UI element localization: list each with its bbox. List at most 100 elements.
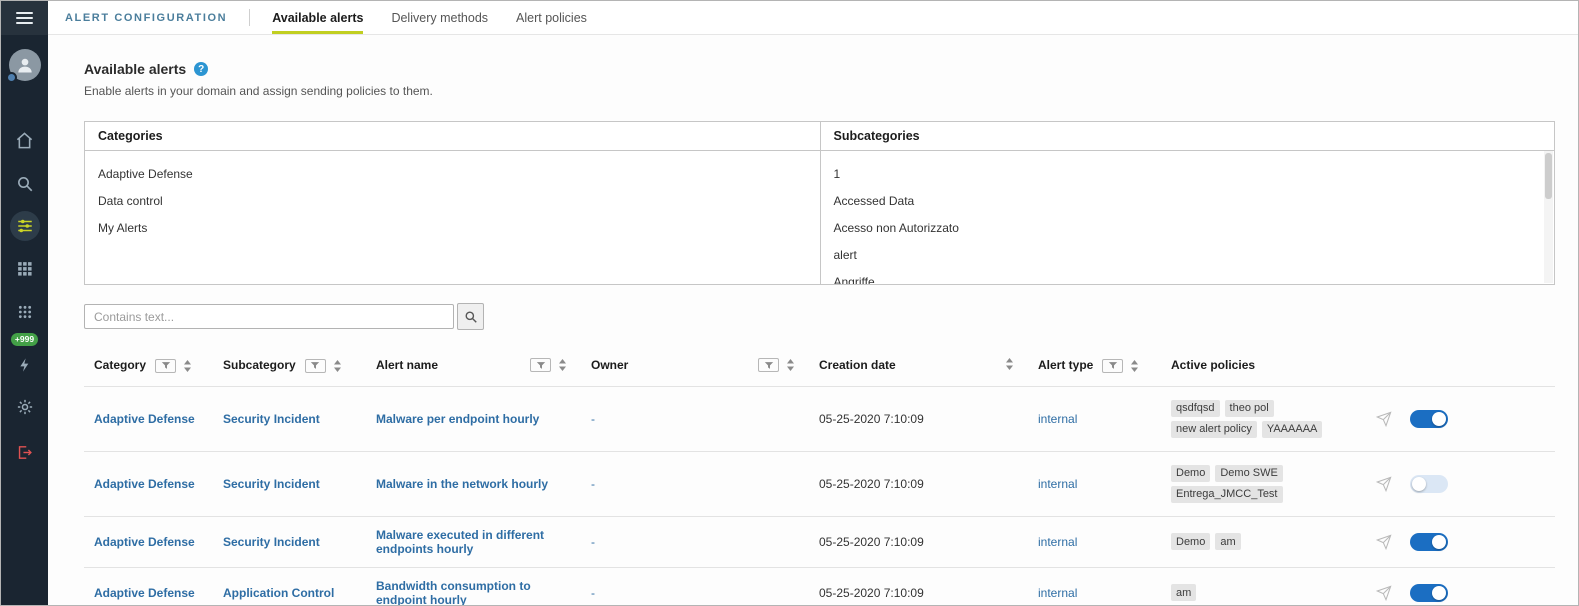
sort-icon[interactable] [333,359,342,372]
sort-icon[interactable] [1005,358,1014,371]
table-row: Adaptive Defense Security Incident Malware… [84,386,1555,452]
search-button[interactable] [457,303,484,330]
lightning-icon[interactable] [10,350,40,380]
table-header-row: Category Subcategory Alert name Owner Cr… [84,348,1555,387]
col-owner[interactable]: Owner [581,348,809,387]
alert-name-link[interactable]: Malware in the network hourly [366,451,581,517]
subcategory-item[interactable]: Accessed Data [821,188,1555,215]
col-category[interactable]: Category [84,348,213,387]
toggle-knob [1432,534,1446,549]
notification-count-badge[interactable]: +999 [10,333,39,346]
gear-icon[interactable] [10,392,40,422]
alert-name-link[interactable]: Malware per endpoint hourly [366,386,581,452]
app-window: +999 ALERT CONFIGURATION Available alert… [0,0,1579,606]
subcategory-item[interactable]: 1 [821,161,1555,188]
sort-icon[interactable] [558,359,567,372]
filter-icon[interactable] [758,358,779,373]
table-row: Adaptive Defense Application Control Bandw… [84,567,1555,605]
alert-name-link[interactable]: Bandwidth consumption to endpoint hourly [366,567,581,605]
send-test-alert-icon[interactable] [1376,534,1392,550]
category-link[interactable]: Adaptive Defense [84,451,213,517]
page-subtitle: Enable alerts in your domain and assign … [84,84,433,98]
alert-enabled-toggle[interactable] [1410,409,1448,428]
send-test-alert-icon[interactable] [1376,585,1392,601]
tab-available-alerts[interactable]: Available alerts [272,1,364,34]
category-link[interactable]: Adaptive Defense [84,567,213,605]
filter-icon[interactable] [155,358,177,373]
col-alert-type[interactable]: Alert type [1028,348,1161,387]
tab-alert-policies[interactable]: Alert policies [516,1,587,34]
col-subcategory[interactable]: Subcategory [213,348,366,387]
subcategory-item[interactable]: Acesso non Autorizzato [821,215,1555,242]
subcategory-link[interactable]: Security Incident [213,386,366,452]
subcategory-item[interactable]: Angriffe [821,269,1555,284]
alert-type-link[interactable]: internal [1028,386,1161,452]
categories-header: Categories [85,122,820,151]
search-input[interactable] [84,304,454,329]
categories-panel: Categories Adaptive Defense Data control M… [85,122,820,284]
subcategory-link[interactable]: Security Incident [213,451,366,517]
filter-icon[interactable] [304,358,326,373]
owner-cell: - [581,451,809,517]
logout-icon[interactable] [10,438,40,468]
filter-icon[interactable] [1102,358,1124,373]
policy-tag: Demo [1171,533,1211,551]
col-alert-name[interactable]: Alert name [366,348,581,387]
apps-dots-grid-icon[interactable] [10,297,40,327]
active-policies-cell: Demo Demo SWE Entrega_JMCC_Test [1161,451,1366,517]
hamburger-menu-icon[interactable] [1,1,48,35]
page-title: Available alerts [84,61,187,77]
subcategory-item[interactable]: alert [821,242,1555,269]
category-item[interactable]: Data control [85,188,820,215]
home-icon[interactable] [10,125,40,155]
send-test-alert-icon[interactable] [1376,476,1392,492]
category-link[interactable]: Adaptive Defense [84,386,213,452]
active-policies-cell: qsdfqsd theo pol new alert policy YAAAAAA [1161,386,1366,452]
alert-enabled-toggle[interactable] [1410,474,1448,493]
col-creation-date[interactable]: Creation date [809,348,1028,387]
send-plane-icon [1376,476,1392,492]
creation-date-cell: 05-25-2020 7:10:09 [809,451,1028,517]
scrollbar-track[interactable] [1544,151,1553,283]
subcategories-list: 1 Accessed Data Acesso non Autorizzato aler… [821,151,1555,284]
toggle-knob [1412,476,1426,491]
filter-icon[interactable] [530,358,551,373]
content-area: Available alerts ? Enable alerts in your… [48,35,1578,605]
policy-tag: am [1215,533,1241,551]
col-controls [1366,348,1555,387]
send-test-alert-icon[interactable] [1376,411,1392,427]
alert-enabled-toggle[interactable] [1410,532,1448,551]
sort-icon[interactable] [183,359,192,372]
toggle-knob [1432,585,1446,600]
alert-name-link[interactable]: Malware executed in different endpoints … [366,516,581,568]
sort-icon[interactable] [786,359,795,372]
category-item[interactable]: Adaptive Defense [85,161,820,188]
scrollbar-thumb[interactable] [1545,153,1552,199]
sort-icon[interactable] [1130,359,1139,372]
user-avatar[interactable] [5,49,41,83]
subcategory-link[interactable]: Application Control [213,567,366,605]
subcategories-header: Subcategories [820,122,1554,151]
owner-cell: - [581,516,809,568]
toggle-knob [1432,411,1446,426]
person-icon [17,58,32,73]
alert-enabled-toggle[interactable] [1410,583,1448,602]
alert-type-link[interactable]: internal [1028,567,1161,605]
controls-cell [1366,386,1555,452]
modules-grid-icon[interactable] [10,253,40,283]
alert-settings-sliders-icon[interactable] [9,211,40,241]
category-item[interactable]: My Alerts [85,215,820,242]
alert-type-link[interactable]: internal [1028,516,1161,568]
send-plane-icon [1376,534,1392,550]
search-icon[interactable] [10,169,40,199]
sidebar: +999 [1,1,48,605]
creation-date-cell: 05-25-2020 7:10:09 [809,386,1028,452]
policy-tag: Demo [1171,464,1211,482]
creation-date-cell: 05-25-2020 7:10:09 [809,567,1028,605]
tab-delivery-methods[interactable]: Delivery methods [391,1,488,34]
alert-type-link[interactable]: internal [1028,451,1161,517]
help-icon[interactable]: ? [194,62,209,76]
active-policies-cell: Demo am [1161,516,1366,568]
subcategory-link[interactable]: Security Incident [213,516,366,568]
category-link[interactable]: Adaptive Defense [84,516,213,568]
